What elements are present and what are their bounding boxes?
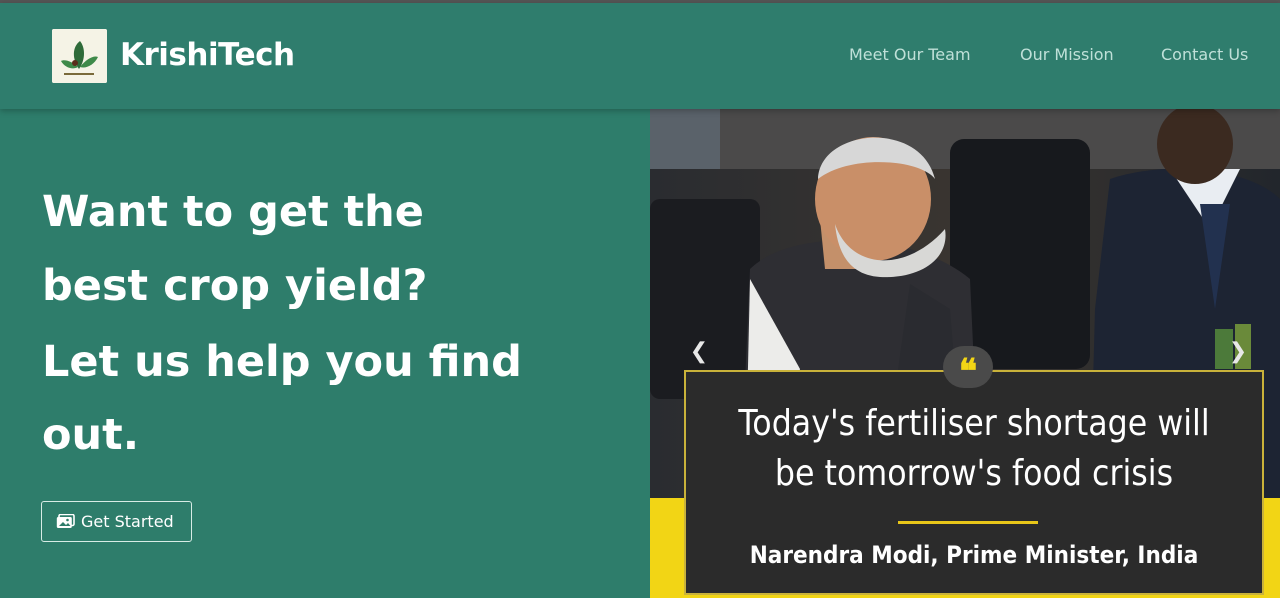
leaf-icon (52, 29, 107, 83)
quote-text-line1: Today's fertiliser shortage will (738, 403, 1210, 444)
hero-headline-line1: Want to get the (42, 187, 424, 237)
chevron-left-icon[interactable]: ❮ (684, 337, 714, 367)
brand-name[interactable]: KrishiTech (120, 37, 295, 73)
quote-author: Narendra Modi, Prime Minister, India (749, 541, 1199, 569)
chevron-right-icon[interactable]: ❯ (1223, 337, 1253, 367)
nav-link-our-mission[interactable]: Our Mission (1020, 45, 1114, 64)
nav-link-contact-us[interactable]: Contact Us (1161, 45, 1248, 64)
hero-headline-line2: best crop yield? (42, 261, 428, 311)
hero-subline-line1: Let us help you find (42, 337, 522, 387)
get-started-button[interactable]: Get Started (41, 501, 192, 542)
navbar: KrishiTech Meet Our Team Our Mission Con… (0, 3, 1280, 109)
quote-text-line2: be tomorrow's food crisis (774, 453, 1174, 494)
quote-text: Today's fertiliser shortage will be tomo… (719, 399, 1229, 499)
images-icon (56, 513, 75, 528)
get-started-label: Get Started (81, 512, 174, 531)
quote-icon: ❝ (943, 346, 993, 392)
brand-logo[interactable] (52, 29, 107, 83)
quote-divider (898, 521, 1038, 524)
quote-carousel[interactable]: ❝ Today's fertiliser shortage will be to… (650, 109, 1280, 598)
hero-subline-line2: out. (42, 410, 140, 460)
nav-link-meet-our-team[interactable]: Meet Our Team (849, 45, 971, 64)
